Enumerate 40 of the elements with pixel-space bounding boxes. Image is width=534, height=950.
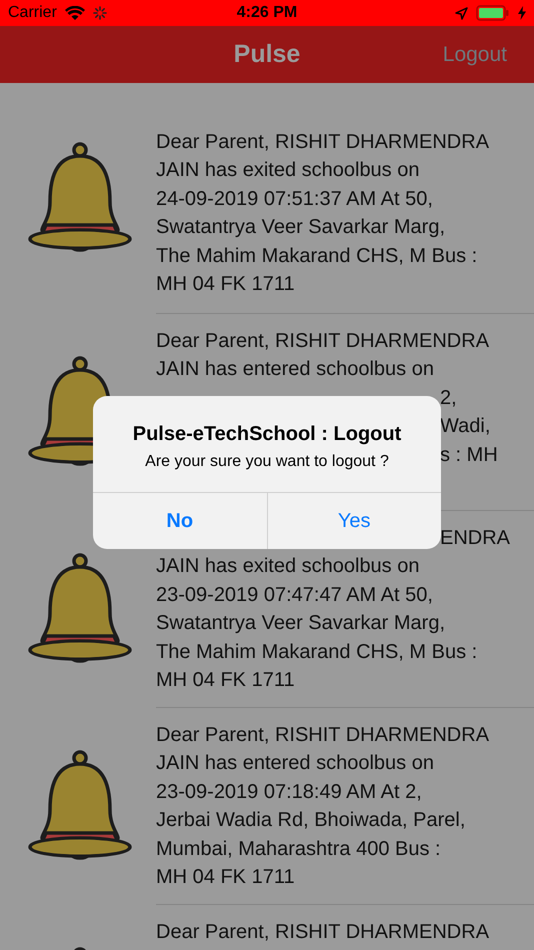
message-text-line: JAIN has entered schoolbus on	[156, 357, 434, 382]
wifi-icon	[64, 6, 85, 20]
message-text-line: Mumbai, Maharashtra 400 Bus :	[156, 836, 441, 862]
message-text-line: Jerbai Wadia Rd, Bhoiwada, Parel,	[156, 808, 466, 834]
bell-icon	[28, 750, 132, 862]
message-text-fragment: Wadi,	[440, 414, 490, 440]
message-text-line: Dear Parent, RISHIT DHARMENDRA	[156, 329, 490, 354]
message-text-fragment: 2,	[440, 386, 457, 411]
message-text-line: Swatantrya Veer Savarkar Marg,	[156, 215, 446, 240]
message-text-line: MH 04 FK 1711	[156, 865, 295, 890]
nav-title: Pulse	[234, 38, 300, 70]
status-time: 4:26 PM	[236, 3, 298, 23]
message-text-line: 23-09-2019 07:47:47 AM At 50,	[156, 582, 433, 608]
message-text-line: 23-09-2019 07:18:49 AM At 2,	[156, 780, 422, 805]
message-text-line: MH 04 FK 1711	[156, 272, 295, 298]
message-text-fragment: s : MH	[440, 442, 498, 468]
carrier-label: Carrier	[8, 3, 57, 23]
activity-icon	[92, 6, 107, 20]
message-text-line: Dear Parent, RISHIT DHARMENDRA	[156, 130, 490, 155]
message-text-line: 24-09-2019 07:51:37 AM At 50,	[156, 186, 433, 212]
location-arrow-icon	[455, 6, 468, 20]
logout-button[interactable]: Logout	[442, 38, 507, 70]
message-text-line: Dear Parent, RISHIT DHARMENDRA	[156, 920, 490, 945]
message-text-line: Dear Parent, RISHIT DHARMENDRA	[156, 723, 490, 748]
message-text-line: The Mahim Makarand CHS, M Bus :	[156, 244, 478, 269]
battery-icon	[476, 5, 510, 21]
message-text-line: Swatantrya Veer Savarkar Marg,	[156, 611, 446, 636]
charging-bolt-icon	[518, 6, 526, 20]
yes-button[interactable]: Yes	[266, 493, 441, 549]
alert-title: Pulse-eTechSchool : Logout	[132, 422, 402, 446]
no-button[interactable]: No	[93, 493, 266, 549]
message-text-line: MH 04 FK 1711	[156, 668, 295, 694]
message-text-line: The Mahim Makarand CHS, M Bus :	[156, 640, 478, 665]
message-text-fragment: ENDRA	[440, 526, 510, 551]
message-text-line: JAIN has exited schoolbus on	[156, 158, 420, 184]
bell-icon	[28, 552, 132, 664]
message-text-line: JAIN has entered schoolbus on	[156, 751, 434, 776]
message-text-line: JAIN has exited schoolbus on	[156, 554, 420, 580]
alert-message: Are your sure you want to logout ?	[145, 452, 389, 472]
bell-icon	[28, 142, 132, 254]
